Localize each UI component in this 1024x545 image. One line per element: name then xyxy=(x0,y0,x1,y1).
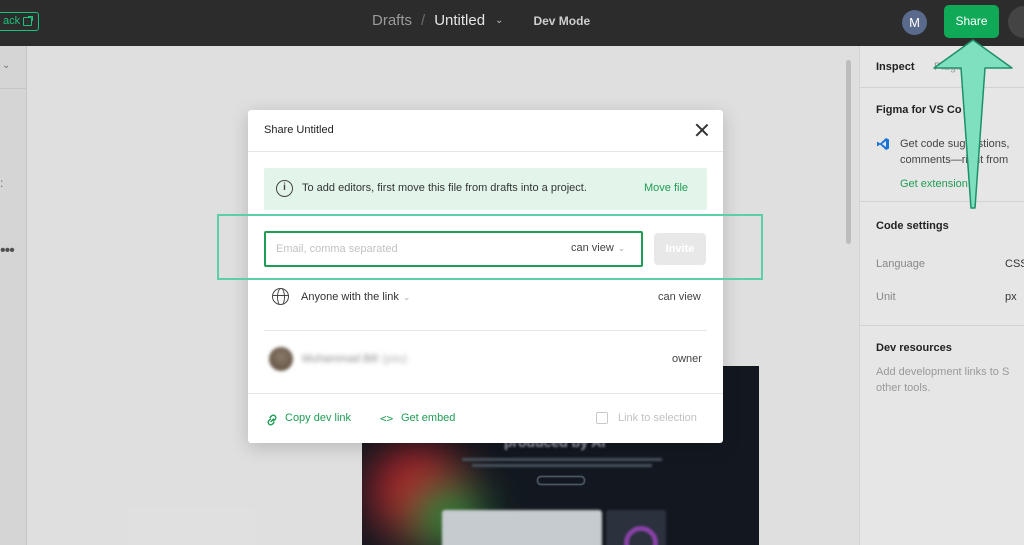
close-icon[interactable] xyxy=(694,122,710,138)
language-value[interactable]: CSS xyxy=(1005,258,1024,270)
invite-button[interactable]: Invite xyxy=(654,233,706,265)
notice-text: To add editors, first move this file fro… xyxy=(302,182,587,194)
user-name-text: Muhammad Bill xyxy=(302,353,378,365)
invite-email-field[interactable]: can view⌄ xyxy=(264,231,643,267)
info-icon: i xyxy=(276,180,293,197)
share-button[interactable]: Share xyxy=(944,5,999,38)
vscode-title: Figma for VS Co xyxy=(876,104,962,116)
canvas-scrollbar[interactable] xyxy=(846,60,851,244)
code-embed-icon[interactable]: <> xyxy=(380,412,393,425)
profile-circle-button[interactable] xyxy=(1008,6,1024,38)
link-access-label: Anyone with the link xyxy=(301,291,399,303)
link-icon[interactable] xyxy=(264,412,280,428)
user-name: Muhammad Bill (you) xyxy=(302,353,407,365)
back-label: ack xyxy=(3,15,21,27)
language-label: Language xyxy=(876,258,925,270)
dev-resources-title: Dev resources xyxy=(876,342,952,354)
email-input[interactable] xyxy=(276,239,556,259)
vscode-desc-line2: comments—right from xyxy=(900,154,1009,166)
modal-divider xyxy=(264,330,707,331)
user-you-suffix: (you) xyxy=(381,353,407,365)
user-role: owner xyxy=(672,353,702,365)
chevron-down-icon: ⌄ xyxy=(617,243,626,253)
copy-dev-link-button[interactable]: Copy dev link xyxy=(285,412,351,424)
vscode-icon xyxy=(877,138,889,150)
right-panel: Inspect Plugins Figma for VS Co Get code… xyxy=(859,46,1024,545)
unit-label: Unit xyxy=(876,291,896,303)
link-to-selection-label: Link to selection xyxy=(618,412,697,424)
inspect-tabs: Inspect Plugins xyxy=(860,46,1024,88)
link-permission-select[interactable]: can view xyxy=(658,291,701,303)
modal-header: Share Untitled xyxy=(248,110,723,152)
breadcrumb-drafts[interactable]: Drafts xyxy=(372,12,412,29)
move-file-link[interactable]: Move file xyxy=(644,182,688,194)
get-embed-button[interactable]: Get embed xyxy=(401,412,455,424)
code-settings-section: Code settings Language CSS Unit px xyxy=(860,202,1024,326)
invite-permission-label: can view xyxy=(571,242,614,254)
tab-plugins[interactable]: Plugins xyxy=(934,61,970,73)
code-settings-title: Code settings xyxy=(876,220,949,232)
vscode-desc-line1: Get code suggestions, xyxy=(900,138,1010,150)
top-bar: ack Drafts / Untitled ⌄ Dev Mode M Share xyxy=(0,0,1024,46)
dev-resources-section: Dev resources Add development links to S… xyxy=(860,326,1024,406)
invite-permission-select[interactable]: can view ⌄ xyxy=(571,242,625,254)
modal-title: Share Untitled xyxy=(264,124,334,136)
external-link-icon xyxy=(23,16,34,26)
move-file-notice: i To add editors, first move this file f… xyxy=(264,168,707,210)
chevron-down-icon[interactable]: ⌄ xyxy=(495,15,503,26)
share-modal: Share Untitled i To add editors, first m… xyxy=(248,110,723,443)
avatar xyxy=(269,347,293,371)
link-to-selection-checkbox[interactable] xyxy=(596,412,608,424)
dev-resources-desc-line2: other tools. xyxy=(876,382,931,394)
dev-mode-label[interactable]: Dev Mode xyxy=(533,14,590,28)
breadcrumb-separator: / xyxy=(421,12,426,29)
unit-value[interactable]: px xyxy=(1005,291,1017,303)
breadcrumb: Drafts / Untitled ⌄ Dev Mode xyxy=(372,12,590,29)
file-name[interactable]: Untitled xyxy=(434,12,485,29)
modal-footer-divider xyxy=(248,393,723,394)
globe-icon xyxy=(272,288,289,305)
vscode-section: Figma for VS Co Get code suggestions, co… xyxy=(860,88,1024,202)
tab-inspect[interactable]: Inspect xyxy=(876,61,915,73)
chevron-down-icon: ⌄ xyxy=(402,292,411,302)
back-button[interactable]: ack xyxy=(0,12,40,31)
dev-resources-desc-line1: Add development links to S xyxy=(876,366,1010,378)
get-extension-link[interactable]: Get extension xyxy=(900,178,968,190)
user-avatar-badge[interactable]: M xyxy=(902,10,927,35)
link-access-select[interactable]: Anyone with the link ⌄ xyxy=(301,291,410,303)
